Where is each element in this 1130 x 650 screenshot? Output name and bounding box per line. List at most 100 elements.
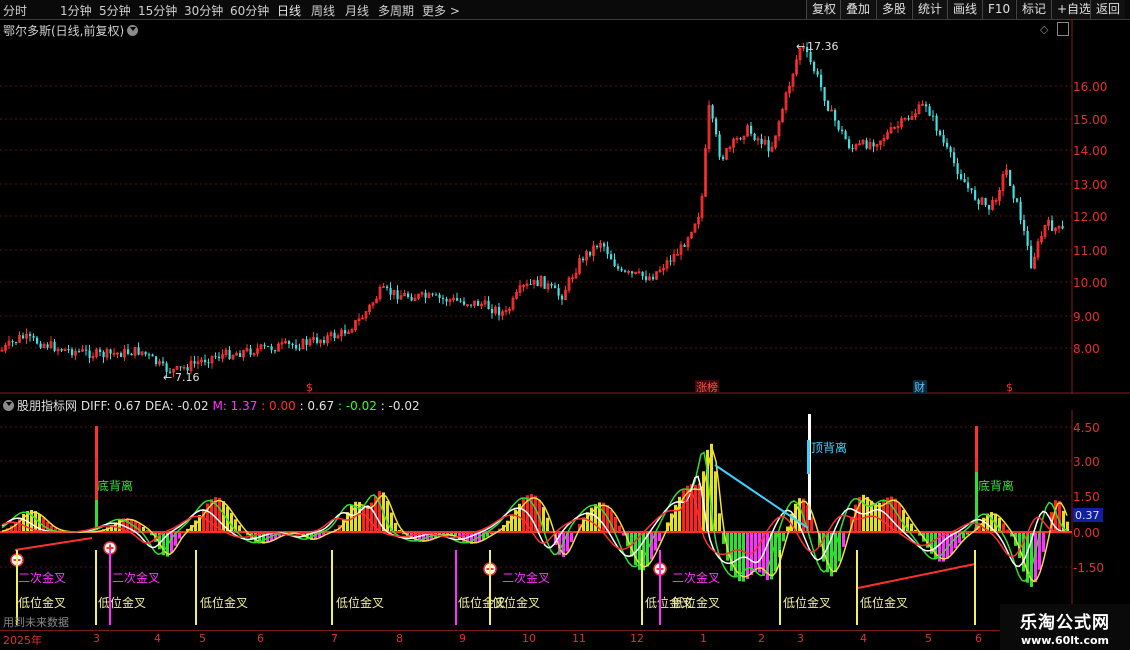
price-chart[interactable]: 17.36 ← 7.16 ← $ 涨榜 财 $ bbox=[0, 19, 1130, 394]
candle bbox=[498, 302, 501, 321]
price-tick: 8.00 bbox=[1073, 342, 1100, 356]
candle bbox=[998, 187, 1001, 206]
hist-bar bbox=[782, 532, 785, 542]
hist-bar bbox=[530, 494, 533, 532]
candle bbox=[700, 193, 704, 222]
signal-label: 低位金叉 bbox=[860, 595, 908, 610]
tab-monthly[interactable]: 月线 bbox=[345, 2, 369, 19]
tab-5min[interactable]: 5分钟 bbox=[99, 2, 131, 19]
tab-daily[interactable]: 日线 bbox=[277, 2, 301, 19]
candle bbox=[554, 282, 557, 289]
tab-15min[interactable]: 15分钟 bbox=[138, 2, 177, 19]
candle bbox=[7, 335, 11, 349]
hist-bar bbox=[570, 532, 573, 542]
candle bbox=[662, 263, 665, 276]
candle bbox=[382, 282, 385, 288]
mark-button[interactable]: 标记 bbox=[1016, 0, 1052, 19]
f10-button[interactable]: F10 bbox=[982, 0, 1016, 19]
candle bbox=[53, 338, 56, 353]
signal-label: 低位金叉 bbox=[783, 595, 831, 610]
tab-weekly[interactable]: 周线 bbox=[311, 2, 335, 19]
candle bbox=[214, 352, 217, 360]
candle bbox=[42, 342, 46, 349]
ind-tick: 3.00 bbox=[1073, 455, 1100, 469]
overlay-button[interactable]: 叠加 bbox=[840, 0, 876, 19]
candle bbox=[652, 273, 655, 281]
signal-label: 低位金叉 bbox=[200, 595, 248, 610]
candle bbox=[935, 113, 938, 136]
candle bbox=[1012, 184, 1015, 203]
signal-label: 二次金叉 bbox=[112, 570, 160, 585]
candle bbox=[693, 223, 697, 233]
statistics-button[interactable]: 统计 bbox=[912, 0, 948, 19]
candle bbox=[606, 241, 609, 259]
month-tick: 2 bbox=[758, 632, 765, 645]
candle bbox=[746, 123, 749, 137]
price-tick: 14.00 bbox=[1073, 144, 1108, 158]
hist-bar bbox=[1058, 501, 1061, 532]
candle bbox=[1036, 238, 1040, 261]
candle bbox=[1033, 252, 1036, 270]
tab-multi-period[interactable]: 多周期 bbox=[378, 2, 414, 19]
ind-tick: 1.50 bbox=[1073, 490, 1100, 504]
candle bbox=[456, 292, 459, 302]
candle bbox=[942, 129, 945, 147]
tab-more[interactable]: 更多 > bbox=[422, 2, 460, 19]
hist-bar bbox=[658, 532, 661, 541]
tab-1min[interactable]: 1分钟 bbox=[60, 2, 92, 19]
hist-bar bbox=[758, 532, 761, 573]
candle bbox=[193, 355, 196, 368]
tab-30min[interactable]: 30分钟 bbox=[184, 2, 223, 19]
candle bbox=[1043, 224, 1047, 239]
candle bbox=[364, 310, 368, 321]
candle bbox=[686, 236, 690, 251]
candle bbox=[386, 284, 389, 291]
candle bbox=[564, 285, 567, 300]
event-marker-dividend-2: $ bbox=[1006, 381, 1013, 394]
tab-timeshare[interactable]: 分时 bbox=[3, 2, 27, 19]
candle bbox=[841, 125, 844, 135]
candle bbox=[886, 129, 889, 140]
candle bbox=[350, 327, 354, 334]
month-tick: 3 bbox=[93, 632, 100, 645]
draw-line-button[interactable]: 画线 bbox=[947, 0, 983, 19]
candle bbox=[389, 282, 392, 300]
candle bbox=[557, 283, 560, 300]
candle bbox=[442, 294, 445, 305]
adjust-button[interactable]: 复权 bbox=[806, 0, 842, 19]
candle bbox=[634, 271, 637, 275]
candle bbox=[466, 303, 469, 308]
candle bbox=[494, 305, 497, 316]
date-axis: 2025年 3 4 5 6 7 8 9 10 11 12 1 2 3 4 5 6 bbox=[0, 630, 1072, 647]
candle bbox=[392, 289, 396, 300]
candle bbox=[858, 140, 861, 146]
candle bbox=[319, 339, 322, 348]
candle bbox=[571, 274, 574, 283]
candle bbox=[252, 352, 256, 357]
back-button[interactable]: 返回 bbox=[1090, 0, 1126, 19]
future-data-note: 用到未来数据 bbox=[3, 616, 69, 629]
indicator-chart[interactable]: 0.37 底背离 底背离 顶背离二次金叉 二次金叉 二次金叉 二次金叉低位金叉 低位金叉 低位… bbox=[0, 410, 1130, 630]
candle bbox=[259, 343, 263, 352]
candle bbox=[1061, 220, 1064, 230]
multi-stock-button[interactable]: 多股 bbox=[876, 0, 912, 19]
candle bbox=[872, 139, 875, 153]
candle bbox=[631, 270, 634, 278]
candle bbox=[158, 358, 161, 367]
candle bbox=[676, 248, 679, 256]
hist-bar bbox=[910, 523, 913, 532]
candle bbox=[760, 133, 763, 149]
candle bbox=[900, 116, 903, 130]
candle bbox=[504, 305, 508, 316]
month-tick: 8 bbox=[396, 632, 403, 645]
candle bbox=[980, 196, 984, 206]
candle bbox=[539, 275, 543, 288]
candle bbox=[413, 293, 417, 301]
tab-60min[interactable]: 60分钟 bbox=[230, 2, 269, 19]
candle bbox=[63, 348, 67, 352]
candle bbox=[827, 99, 830, 112]
candle bbox=[774, 135, 777, 150]
candle bbox=[427, 291, 431, 299]
candle bbox=[371, 301, 375, 309]
candle bbox=[889, 122, 893, 134]
